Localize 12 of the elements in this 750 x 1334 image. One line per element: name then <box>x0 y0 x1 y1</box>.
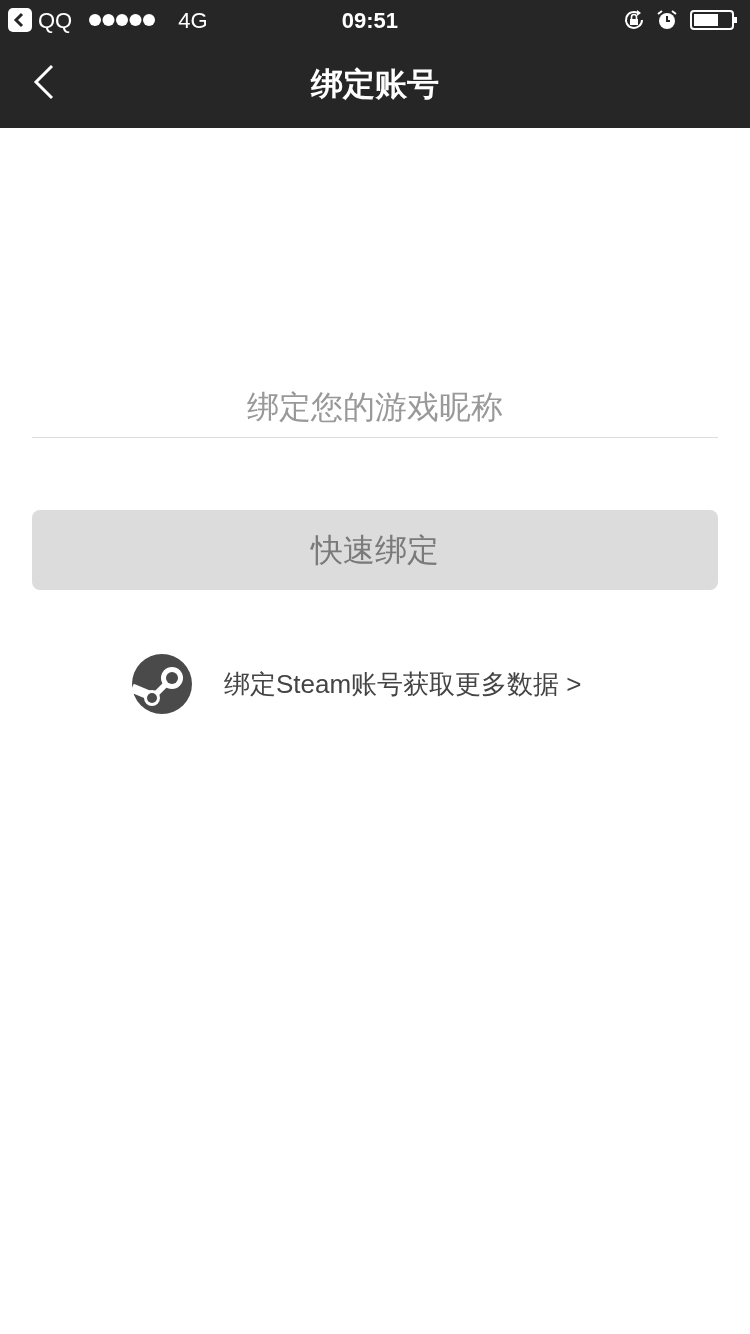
battery-icon <box>690 9 738 31</box>
time-label: 09:51 <box>341 6 398 35</box>
page-title: 绑定账号 <box>311 65 439 104</box>
bind-steam-link[interactable]: 绑定Steam账号获取更多数据 > <box>224 664 582 704</box>
back-app-label[interactable]: QQ <box>38 3 73 37</box>
steam-logo-icon[interactable] <box>132 654 192 714</box>
nickname-input-field[interactable]: 绑定您的游戏昵称 <box>32 378 718 438</box>
alarm-icon <box>656 9 678 31</box>
signal-icon <box>88 13 157 27</box>
network-label: 4G <box>178 6 208 35</box>
rotation-lock-icon <box>622 8 646 32</box>
back-icon[interactable] <box>8 8 32 32</box>
